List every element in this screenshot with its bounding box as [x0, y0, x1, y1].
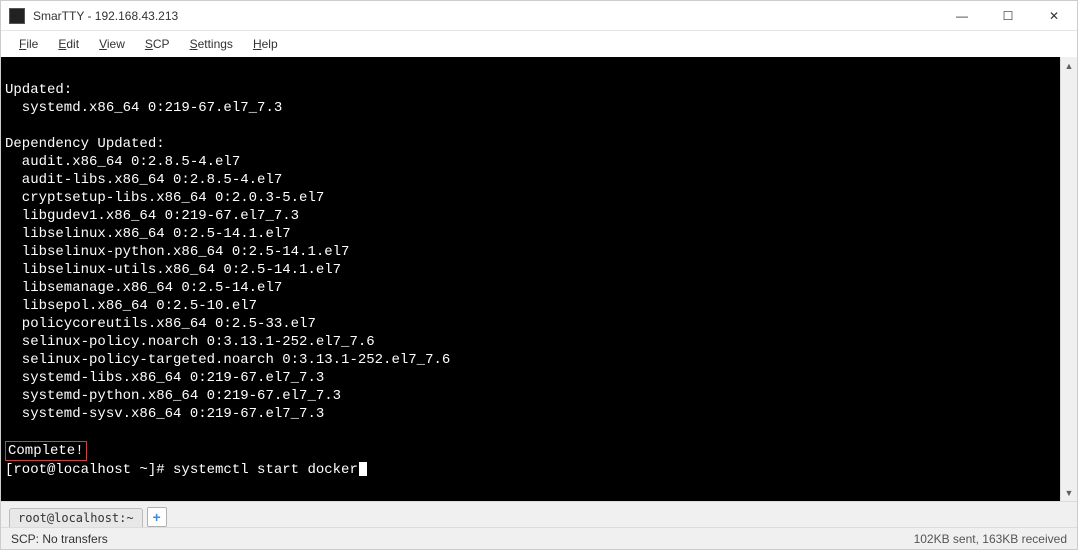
scroll-up-arrow[interactable]: ▲	[1061, 57, 1077, 74]
terminal-area: Updated: systemd.x86_64 0:219-67.el7_7.3…	[1, 57, 1077, 501]
menubar: File Edit View SCP Settings Help	[1, 31, 1077, 57]
menu-file[interactable]: File	[19, 37, 38, 51]
complete-highlight: Complete!	[5, 441, 87, 461]
scroll-track[interactable]	[1061, 74, 1077, 484]
scrollbar[interactable]: ▲ ▼	[1060, 57, 1077, 501]
status-right: 102KB sent, 163KB received	[914, 532, 1067, 546]
window-controls: — ☐ ✕	[939, 1, 1077, 30]
tabbar: root@localhost:~ +	[1, 501, 1077, 527]
menu-help[interactable]: Help	[253, 37, 278, 51]
menu-settings[interactable]: Settings	[190, 37, 233, 51]
cursor	[359, 462, 367, 476]
maximize-button[interactable]: ☐	[985, 1, 1031, 30]
minimize-button[interactable]: —	[939, 1, 985, 30]
close-button[interactable]: ✕	[1031, 1, 1077, 30]
titlebar: SmarTTY - 192.168.43.213 — ☐ ✕	[1, 1, 1077, 31]
session-tab[interactable]: root@localhost:~	[9, 508, 143, 527]
menu-view[interactable]: View	[99, 37, 125, 51]
window-title: SmarTTY - 192.168.43.213	[33, 9, 939, 23]
status-left: SCP: No transfers	[11, 532, 914, 546]
scroll-down-arrow[interactable]: ▼	[1061, 484, 1077, 501]
terminal-output[interactable]: Updated: systemd.x86_64 0:219-67.el7_7.3…	[1, 57, 1060, 501]
statusbar: SCP: No transfers 102KB sent, 163KB rece…	[1, 527, 1077, 549]
menu-edit[interactable]: Edit	[58, 37, 79, 51]
add-tab-button[interactable]: +	[147, 507, 167, 527]
app-icon	[9, 8, 25, 24]
menu-scp[interactable]: SCP	[145, 37, 170, 51]
